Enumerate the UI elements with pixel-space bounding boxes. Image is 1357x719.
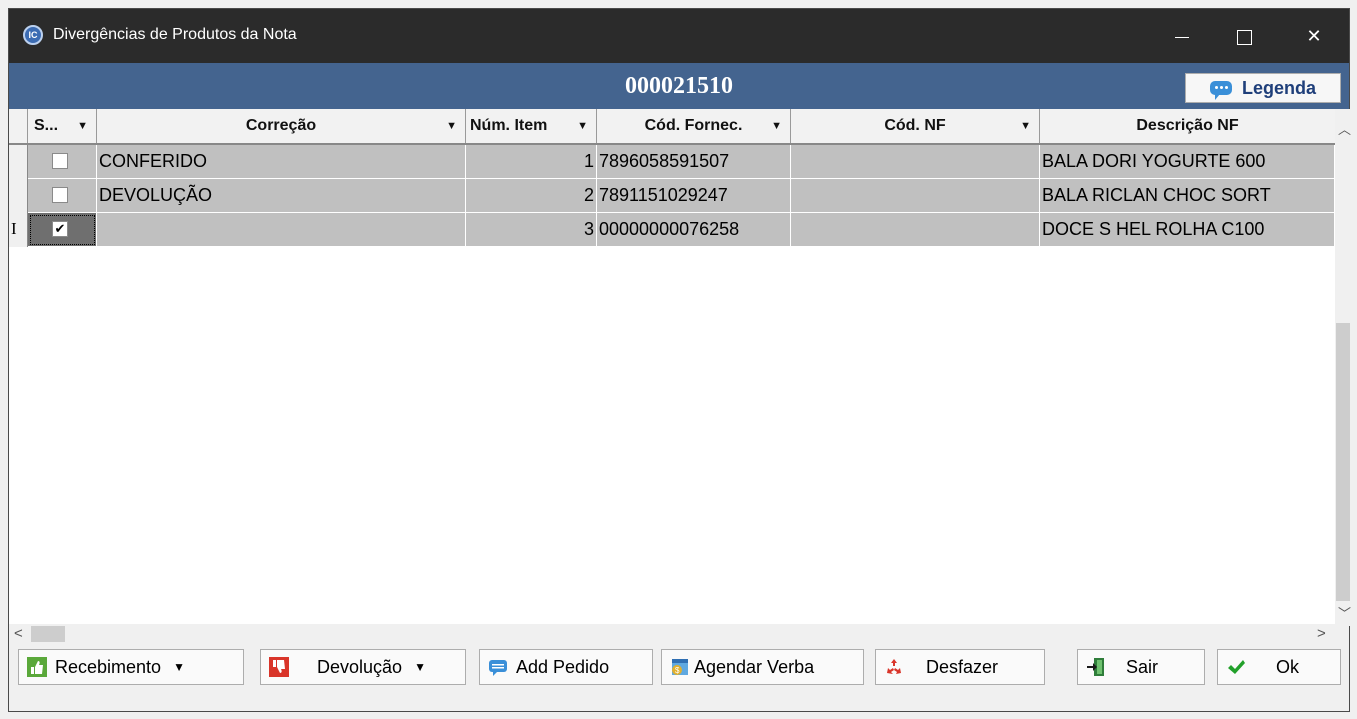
column-header-label: S... <box>34 117 59 134</box>
correcao-cell[interactable]: CONFERIDO <box>97 145 466 179</box>
descricao-cell[interactable]: BALA DORI YOGURTE 600 <box>1040 145 1335 179</box>
agendar-verba-label: Agendar Verba <box>694 656 815 677</box>
recebimento-button[interactable]: Recebimento ▼ <box>18 649 244 685</box>
column-header-label: Cód. Fornec. <box>644 117 743 134</box>
desfazer-button[interactable]: Desfazer <box>875 649 1045 685</box>
column-header-num-item[interactable]: Núm. Item ▼ <box>466 109 597 143</box>
cod-nf-cell[interactable] <box>791 179 1040 213</box>
scroll-left-icon[interactable]: < <box>14 625 23 642</box>
ok-button[interactable]: Ok <box>1217 649 1341 685</box>
maximize-button[interactable] <box>1221 9 1267 63</box>
column-header-cod-fornec[interactable]: Cód. Fornec. ▼ <box>597 109 791 143</box>
filter-arrow-icon[interactable]: ▼ <box>446 109 457 143</box>
num-item-cell[interactable]: 1 <box>466 145 597 179</box>
correcao-cell[interactable] <box>97 213 466 247</box>
num-item-cell[interactable]: 3 <box>466 213 597 247</box>
num-item-cell[interactable]: 2 <box>466 179 597 213</box>
vertical-scroll-thumb[interactable] <box>1336 323 1350 601</box>
row-checkbox[interactable] <box>52 153 68 169</box>
column-header-cod-nf[interactable]: Cód. NF ▼ <box>791 109 1040 143</box>
row-indicator[interactable]: I <box>9 213 28 247</box>
window-title: Divergências de Produtos da Nota <box>53 26 297 43</box>
checkmark-icon <box>1228 660 1245 674</box>
table-row[interactable]: DEVOLUÇÃO 2 7891151029247 BALA RICLAN CH… <box>9 179 1335 213</box>
chevron-down-icon: ▼ <box>173 660 185 674</box>
maximize-icon <box>1236 29 1252 45</box>
ok-label: Ok <box>1276 656 1300 677</box>
filter-arrow-icon[interactable]: ▼ <box>1020 109 1031 143</box>
scroll-up-icon[interactable]: ︿ <box>1338 119 1351 138</box>
header-indicator <box>9 109 28 143</box>
minimize-button[interactable] <box>1159 9 1205 63</box>
scroll-right-icon[interactable]: > <box>1317 625 1326 642</box>
correcao-cell[interactable]: DEVOLUÇÃO <box>97 179 466 213</box>
column-header-selected[interactable]: S... ▼ <box>28 109 97 143</box>
cod-nf-cell[interactable] <box>791 145 1040 179</box>
column-header-label: Correção <box>245 117 317 134</box>
sair-button[interactable]: Sair <box>1077 649 1205 685</box>
row-checkbox[interactable] <box>52 187 68 203</box>
filter-arrow-icon[interactable]: ▼ <box>771 109 782 143</box>
cod-fornec-cell[interactable]: 7896058591507 <box>597 145 791 179</box>
add-pedido-label: Add Pedido <box>516 656 610 677</box>
legend-label: Legenda <box>1241 77 1316 98</box>
svg-text:$: $ <box>675 666 680 675</box>
legend-button[interactable]: Legenda <box>1185 73 1341 103</box>
column-header-label: Descrição NF <box>1136 117 1239 134</box>
horizontal-scroll-thumb[interactable] <box>31 626 65 642</box>
note-number: 000021510 <box>625 73 733 99</box>
select-cell[interactable] <box>28 179 97 213</box>
devolucao-label: Devolução <box>317 656 403 677</box>
cod-fornec-cell[interactable]: 00000000076258 <box>597 213 791 247</box>
select-cell[interactable] <box>28 145 97 179</box>
filter-arrow-icon[interactable]: ▼ <box>77 109 88 143</box>
calendar-money-icon: $ <box>672 659 688 675</box>
app-icon: IC <box>23 25 43 45</box>
grid-header: S... ▼ Correção ▼ Núm. Item ▼ Cód. Fornec. ▼… <box>9 109 1335 145</box>
text-cursor-icon: I <box>11 219 17 238</box>
cod-fornec-cell[interactable]: 7891151029247 <box>597 179 791 213</box>
row-indicator[interactable] <box>9 179 28 213</box>
minimize-icon <box>1175 36 1189 38</box>
descricao-cell[interactable]: DOCE S HEL ROLHA C100 <box>1040 213 1335 247</box>
chat-bubble-icon <box>1209 81 1232 100</box>
agendar-verba-button[interactable]: $ Agendar Verba <box>661 649 864 685</box>
desfazer-label: Desfazer <box>926 656 999 677</box>
thumbs-up-icon <box>27 657 47 677</box>
horizontal-scrollbar[interactable]: < > <box>9 624 1335 644</box>
descricao-cell[interactable]: BALA RICLAN CHOC SORT <box>1040 179 1335 213</box>
add-pedido-button[interactable]: Add Pedido <box>479 649 653 685</box>
exit-door-icon <box>1087 658 1104 676</box>
title-bar[interactable]: IC Divergências de Produtos da Nota ✕ <box>9 9 1349 63</box>
close-button[interactable]: ✕ <box>1291 9 1337 63</box>
row-checkbox-checked[interactable]: ✔ <box>52 221 68 237</box>
table-row[interactable]: I ✔ 3 00000000076258 DOCE S HEL ROLHA C1… <box>9 213 1335 247</box>
table-row[interactable]: CONFERIDO 1 7896058591507 BALA DORI YOGU… <box>9 145 1335 179</box>
select-cell[interactable]: ✔ <box>28 213 97 247</box>
devolucao-button[interactable]: Devolução ▼ <box>260 649 466 685</box>
sair-label: Sair <box>1126 656 1159 677</box>
vertical-scrollbar[interactable]: ︿ ﹀ <box>1335 109 1351 626</box>
recebimento-label: Recebimento <box>55 656 162 677</box>
column-header-correcao[interactable]: Correção ▼ <box>97 109 466 143</box>
chevron-down-icon: ▼ <box>414 660 426 674</box>
column-header-label: Núm. Item <box>470 117 548 134</box>
note-header: 000021510 Legenda <box>9 63 1349 109</box>
close-icon: ✕ <box>1306 26 1322 46</box>
cod-nf-cell[interactable] <box>791 213 1040 247</box>
thumbs-down-icon <box>269 657 289 677</box>
filter-arrow-icon[interactable]: ▼ <box>577 109 588 143</box>
row-indicator[interactable] <box>9 145 28 179</box>
divergencias-window: IC Divergências de Produtos da Nota ✕ 00… <box>8 8 1351 712</box>
products-grid[interactable]: S... ▼ Correção ▼ Núm. Item ▼ Cód. Fornec. ▼… <box>9 109 1335 624</box>
undo-arrows-icon <box>887 659 901 674</box>
column-header-descricao[interactable]: Descrição NF <box>1040 109 1335 143</box>
message-icon <box>489 660 507 676</box>
scroll-down-icon[interactable]: ﹀ <box>1338 603 1351 622</box>
column-header-label: Cód. NF <box>884 117 946 134</box>
